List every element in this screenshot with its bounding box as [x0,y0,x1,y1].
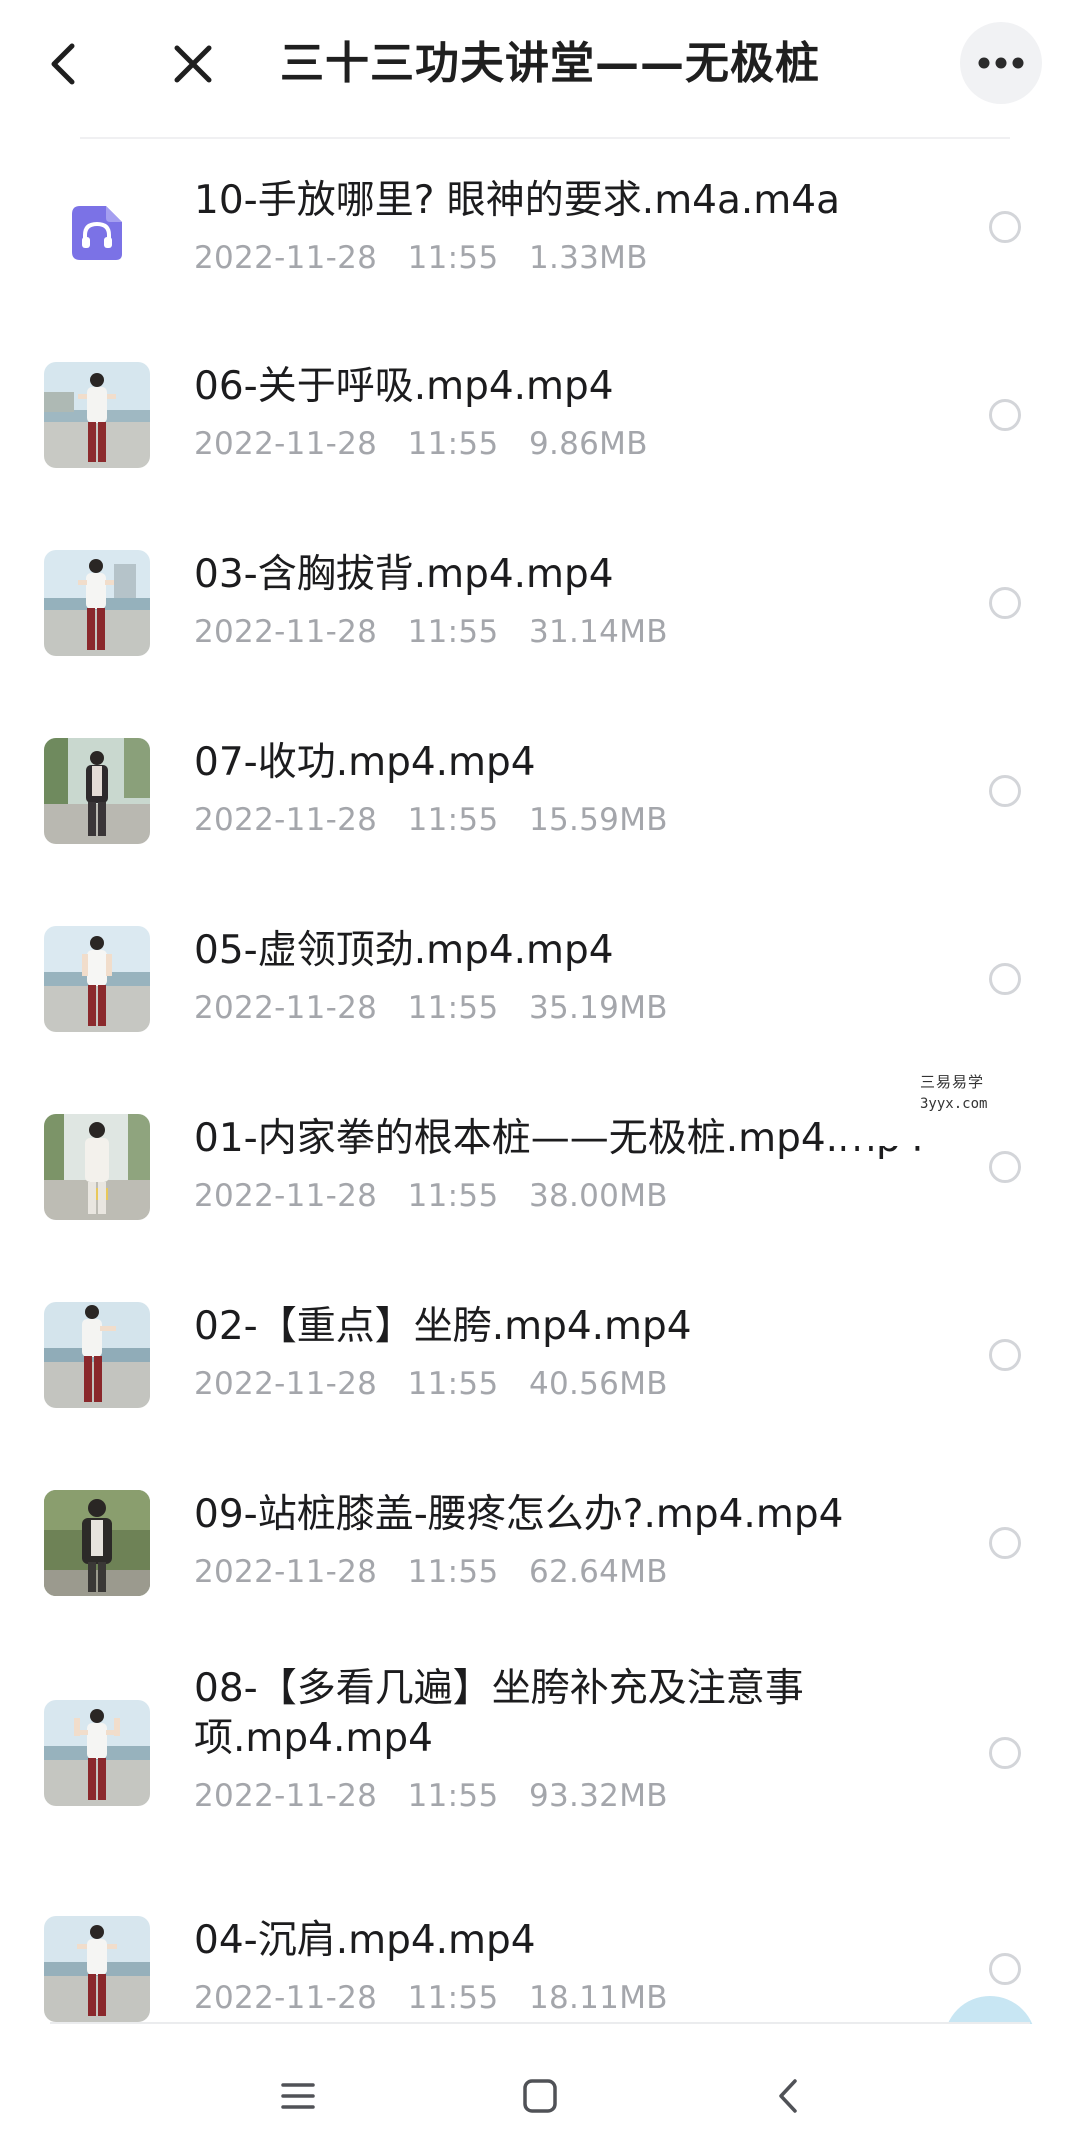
file-name: 07-收功.mp4.mp4 [194,740,536,785]
file-time: 11:55 [407,1778,499,1814]
select-radio[interactable] [989,1737,1021,1769]
file-name: 10-手放哪里? 眼神的要求.m4a.m4a [194,178,840,223]
nav-back-button[interactable] [752,2060,824,2132]
video-thumbnail [44,738,150,844]
file-name: 08-【多看几遍】坐胯补充及注意事项.mp4.mp4 [194,1666,804,1761]
file-row[interactable]: 07-收功.mp4.mp4 2022-11-28 11:55 15.59MB [0,702,1080,890]
video-thumbnail [44,1490,150,1596]
header-divider [80,137,1010,139]
file-meta: 2022-11-28 11:55 31.14MB [194,612,668,652]
file-row[interactable]: 04-沉肩.mp4.mp4 2022-11-28 11:55 18.11MB [0,1880,1080,2022]
file-size: 93.32MB [528,1778,668,1814]
video-thumbnail [44,1916,150,2022]
menu-icon [281,2083,315,2109]
file-time: 11:55 [407,426,499,462]
video-thumbnail [44,1114,150,1220]
select-radio[interactable] [989,399,1021,431]
file-name: 06-关于呼吸.mp4.mp4 [194,364,614,409]
file-size: 38.00MB [528,1178,668,1214]
select-radio[interactable] [989,1339,1021,1371]
select-radio[interactable] [989,775,1021,807]
watermark: 三易易学 3yyx.com [826,1040,1080,1146]
video-thumbnail [44,1700,150,1806]
file-date: 2022-11-28 [194,1778,378,1814]
file-time: 11:55 [407,802,499,838]
file-name: 09-站桩膝盖-腰疼怎么办?.mp4.mp4 [194,1492,844,1537]
file-date: 2022-11-28 [194,426,378,462]
file-meta: 2022-11-28 11:55 93.32MB [194,1776,668,1816]
file-time: 11:55 [407,614,499,650]
close-icon [174,45,212,83]
file-row[interactable]: 06-关于呼吸.mp4.mp4 2022-11-28 11:55 9.86MB [0,326,1080,514]
file-meta: 2022-11-28 11:55 40.56MB [194,1364,668,1404]
home-square-icon [523,2079,557,2113]
file-meta: 2022-11-28 11:55 9.86MB [194,424,648,464]
close-button[interactable] [160,28,226,100]
video-thumbnail [44,362,150,468]
file-size: 40.56MB [528,1366,668,1402]
select-radio[interactable] [989,1953,1021,1985]
header-bar: 三十三功夫讲堂——无极桩 [0,0,1080,139]
file-meta: 2022-11-28 11:55 62.64MB [194,1552,668,1592]
select-radio[interactable] [989,1151,1021,1183]
file-time: 11:55 [407,240,499,276]
nav-menu-button[interactable] [262,2060,334,2132]
file-name: 03-含胸拔背.mp4.mp4 [194,552,614,597]
audio-file-icon [44,180,150,286]
file-size: 62.64MB [528,1554,668,1590]
watermark-line-2: 3yyx.com [920,1096,988,1112]
back-triangle-icon [779,2079,797,2113]
more-options-button[interactable] [960,22,1042,104]
file-meta: 2022-11-28 11:55 38.00MB [194,1176,668,1216]
file-size: 15.59MB [528,802,668,838]
file-row[interactable]: 02-【重点】坐胯.mp4.mp4 2022-11-28 11:55 40.56… [0,1266,1080,1454]
file-time: 11:55 [407,1178,499,1214]
file-date: 2022-11-28 [194,614,378,650]
video-thumbnail [44,1302,150,1408]
file-name: 04-沉肩.mp4.mp4 [194,1918,536,1963]
file-date: 2022-11-28 [194,990,378,1026]
file-row[interactable]: 03-含胸拔背.mp4.mp4 2022-11-28 11:55 31.14MB [0,514,1080,702]
file-size: 9.86MB [528,426,648,462]
file-size: 1.33MB [528,240,648,276]
file-row[interactable]: 09-站桩膝盖-腰疼怎么办?.mp4.mp4 2022-11-28 11:55 … [0,1454,1080,1642]
file-row[interactable]: 10-手放哪里? 眼神的要求.m4a.m4a 2022-11-28 11:55 … [0,140,1080,326]
file-date: 2022-11-28 [194,1980,378,2016]
file-meta: 2022-11-28 11:55 18.11MB [194,1978,668,2018]
select-radio[interactable] [989,1527,1021,1559]
file-browser-screen: 三十三功夫讲堂——无极桩 10-手放哪里? 眼神的要求.m4a.m4a 2022… [0,0,1080,2153]
chevron-left-icon [51,43,75,85]
file-name: 02-【重点】坐胯.mp4.mp4 [194,1304,692,1349]
file-time: 11:55 [407,1980,499,2016]
file-date: 2022-11-28 [194,1178,378,1214]
select-radio[interactable] [989,211,1021,243]
page-title: 三十三功夫讲堂——无极桩 [280,38,820,89]
watermark-line-1: 三易易学 [920,1073,985,1091]
back-button[interactable] [36,28,92,100]
file-meta: 2022-11-28 11:55 15.59MB [194,800,668,840]
video-thumbnail [44,926,150,1032]
nav-home-button[interactable] [504,2060,576,2132]
file-date: 2022-11-28 [194,1554,378,1590]
file-size: 18.11MB [528,1980,668,2016]
file-meta: 2022-11-28 11:55 35.19MB [194,988,668,1028]
file-meta: 2022-11-28 11:55 1.33MB [194,238,648,278]
select-radio[interactable] [989,587,1021,619]
file-name: 05-虚领顶劲.mp4.mp4 [194,928,614,973]
select-radio[interactable] [989,963,1021,995]
file-row[interactable]: 08-【多看几遍】坐胯补充及注意事项.mp4.mp4 2022-11-28 11… [0,1642,1080,1880]
file-size: 35.19MB [528,990,668,1026]
file-date: 2022-11-28 [194,802,378,838]
file-size: 31.14MB [528,614,668,650]
file-time: 11:55 [407,1554,499,1590]
more-horizontal-icon [978,57,1024,69]
video-thumbnail [44,550,150,656]
file-date: 2022-11-28 [194,240,378,276]
file-time: 11:55 [407,1366,499,1402]
file-time: 11:55 [407,990,499,1026]
file-date: 2022-11-28 [194,1366,378,1402]
system-nav-bar [0,2024,1080,2153]
